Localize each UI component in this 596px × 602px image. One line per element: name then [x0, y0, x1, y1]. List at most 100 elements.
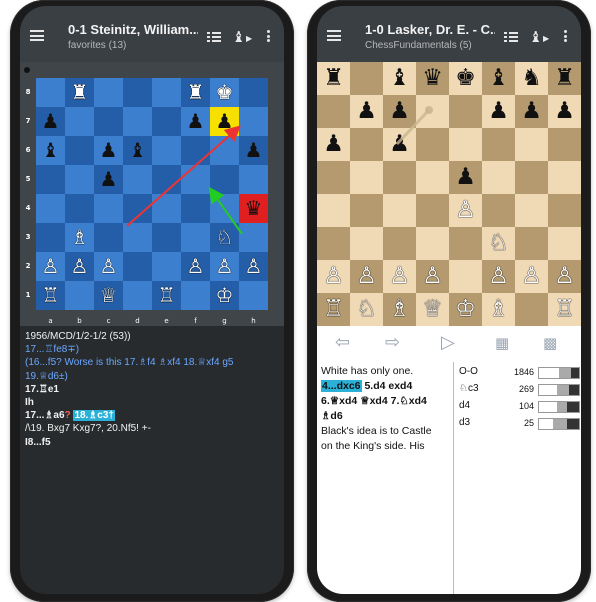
notation-panel[interactable]: 1956/MCD/1/2-1/2 (53)) 17...♖fe8∓) (16..… — [20, 326, 284, 594]
chess-piece[interactable]: ♙ — [548, 260, 581, 293]
board-square[interactable] — [317, 194, 350, 227]
overflow-menu-icon[interactable] — [267, 30, 270, 42]
overflow-menu-icon[interactable] — [564, 30, 567, 42]
chess-piece[interactable]: ♟ — [210, 107, 239, 136]
notation-line[interactable]: 19.♕d6±) — [25, 370, 279, 383]
board-square[interactable] — [548, 161, 581, 194]
menu-icon[interactable] — [30, 30, 44, 41]
chess-piece[interactable]: ♟ — [482, 95, 515, 128]
chess-piece[interactable]: ♔ — [449, 293, 482, 326]
engine-icon[interactable]: ♝ ▶ — [232, 28, 252, 46]
chess-piece[interactable]: ♙ — [181, 252, 210, 281]
board-square[interactable] — [515, 293, 548, 326]
chess-piece[interactable]: ♙ — [515, 260, 548, 293]
board-square[interactable] — [449, 227, 482, 260]
board-square[interactable] — [350, 227, 383, 260]
chess-piece[interactable]: ♛ — [239, 194, 268, 223]
chess-piece[interactable]: ♚ — [210, 78, 239, 107]
comment-line[interactable]: ♗d6 — [321, 409, 449, 424]
board-square[interactable] — [548, 128, 581, 161]
board-square[interactable] — [449, 260, 482, 293]
board-square[interactable] — [152, 165, 181, 194]
chess-board[interactable]: ♜ ♜ ♚ ♟ ♟ ♟ ♝ ♟ ♝ ♟ ♟ ♛ ♗ ♘ ♙ ♙ ♙ ♙ ♙ ♙ ♖ ♕ ♖ ♔ 8 7 6 5 4 3 2 1 a b c d e f g h — [20, 62, 284, 326]
chess-piece[interactable]: ♗ — [482, 293, 515, 326]
board-square[interactable] — [482, 194, 515, 227]
notation-line[interactable]: /\19. Bxg7 Kxg7?, 20.Nf5! +- — [25, 422, 279, 435]
chess-piece[interactable]: ♙ — [482, 260, 515, 293]
chess-piece[interactable]: ♟ — [239, 136, 268, 165]
board-square[interactable] — [515, 128, 548, 161]
chess-piece[interactable]: ♖ — [548, 293, 581, 326]
board-square[interactable] — [416, 227, 449, 260]
notation-line-current[interactable]: 17...♗a6? 18.♗c3† — [25, 409, 279, 422]
board-square[interactable] — [65, 281, 94, 310]
board-square[interactable] — [65, 194, 94, 223]
board-square[interactable] — [350, 128, 383, 161]
board-square[interactable] — [123, 107, 152, 136]
list-icon[interactable] — [504, 32, 518, 43]
forward-arrow-icon[interactable]: ⇨ — [385, 332, 400, 353]
comment-line[interactable]: 6.♕xd4 ♕xd4 7.♘xd4 — [321, 394, 449, 409]
chess-piece[interactable]: ♜ — [317, 62, 350, 95]
chess-piece[interactable]: ♟ — [94, 165, 123, 194]
board-square[interactable] — [515, 161, 548, 194]
board-square[interactable] — [152, 136, 181, 165]
board-square[interactable] — [548, 194, 581, 227]
chess-board[interactable]: ♜ ♝ ♛ ♚ ♝ ♞ ♜ ♟ ♟ ♟ ♟ ♟ ♟ ♟ ♟ ♙ ♘ ♙ ♙ ♙ ♙ ♙ ♙ ♙ ♖ ♘ ♗ ♕ ♔ ♗ ♖ — [317, 62, 581, 326]
board-square[interactable] — [123, 252, 152, 281]
chess-piece[interactable]: ♙ — [449, 194, 482, 227]
board-square[interactable] — [416, 194, 449, 227]
board-square[interactable] — [123, 165, 152, 194]
board-square[interactable] — [152, 194, 181, 223]
board-flip-icon[interactable]: ▦ — [495, 334, 509, 352]
chess-piece[interactable]: ♟ — [94, 136, 123, 165]
comment-panel[interactable]: White has only one. 4...dxc6 5.d4 exd4 6… — [317, 362, 453, 594]
board-square[interactable] — [482, 128, 515, 161]
chess-piece[interactable]: ♟ — [36, 107, 65, 136]
board-square[interactable] — [210, 165, 239, 194]
board-square[interactable] — [65, 107, 94, 136]
board-square[interactable] — [383, 161, 416, 194]
chess-piece[interactable]: ♔ — [210, 281, 239, 310]
board-square[interactable] — [65, 165, 94, 194]
stats-row[interactable]: d4 104 — [454, 398, 581, 414]
back-arrow-icon[interactable]: ⇦ — [335, 332, 350, 353]
board-square[interactable] — [210, 194, 239, 223]
board-square[interactable] — [239, 165, 268, 194]
board-square[interactable] — [123, 78, 152, 107]
chess-piece[interactable]: ♟ — [449, 161, 482, 194]
board-square[interactable] — [181, 165, 210, 194]
chess-piece[interactable]: ♛ — [416, 62, 449, 95]
chess-piece[interactable]: ♖ — [36, 281, 65, 310]
chess-piece[interactable]: ♜ — [65, 78, 94, 107]
board-square[interactable] — [123, 223, 152, 252]
board-square[interactable] — [94, 107, 123, 136]
chess-piece[interactable]: ♕ — [94, 281, 123, 310]
chess-piece[interactable]: ♝ — [123, 136, 152, 165]
board-square[interactable] — [181, 223, 210, 252]
menu-icon[interactable] — [327, 30, 341, 41]
chess-piece[interactable]: ♙ — [210, 252, 239, 281]
chess-piece[interactable]: ♙ — [94, 252, 123, 281]
board-square[interactable] — [548, 227, 581, 260]
board-square[interactable] — [94, 78, 123, 107]
chess-piece[interactable]: ♝ — [383, 62, 416, 95]
notation-line[interactable]: 17...♖fe8∓) — [25, 343, 279, 356]
chess-piece[interactable]: ♕ — [416, 293, 449, 326]
chess-piece[interactable]: ♗ — [65, 223, 94, 252]
board-square[interactable] — [239, 78, 268, 107]
chess-piece[interactable]: ♙ — [383, 260, 416, 293]
notation-line[interactable]: 17.♖e1 — [25, 383, 279, 396]
notation-line[interactable]: (16...f5? Worse is this 17.♗f4 ♗xf4 18.♕… — [25, 356, 279, 369]
list-icon[interactable] — [207, 32, 221, 43]
board-square[interactable] — [36, 78, 65, 107]
chess-piece[interactable]: ♝ — [482, 62, 515, 95]
board-square[interactable] — [152, 223, 181, 252]
board-square[interactable] — [36, 165, 65, 194]
board-square[interactable] — [94, 223, 123, 252]
chess-piece[interactable]: ♙ — [36, 252, 65, 281]
comment-line[interactable]: 4...dxc6 5.d4 exd4 — [321, 379, 449, 394]
board-square[interactable] — [317, 227, 350, 260]
board-square[interactable] — [317, 161, 350, 194]
chess-piece[interactable]: ♜ — [181, 78, 210, 107]
